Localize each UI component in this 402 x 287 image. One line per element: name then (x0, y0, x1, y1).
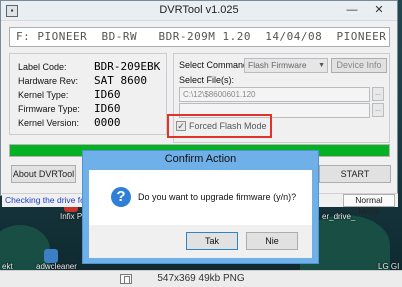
command-select[interactable]: Flash Firmware ▼ (244, 58, 328, 73)
dialog-message: Do you want to upgrade firmware (y/n)? (138, 192, 297, 202)
drive-details-panel: Label Code: BDR-209EBK Hardware Rev: SAT… (9, 53, 167, 135)
adwcleaner-app-icon[interactable] (44, 249, 58, 263)
firmware-type-label: Firmware Type: (18, 104, 80, 114)
dialog-title: Confirm Action (164, 153, 237, 165)
window-title: DVRTool v1.025 (159, 4, 239, 16)
start-button[interactable]: START (319, 165, 391, 183)
hardware-rev-value: SAT 8600 (94, 74, 147, 87)
info-row-firmware-type: Firmware Type: ID60 (18, 102, 168, 116)
dialog-body: ? Do you want to upgrade firmware (y/n)? (89, 170, 312, 225)
select-command-label: Select Command: (179, 60, 251, 70)
device-info-button[interactable]: Device Info (331, 58, 387, 73)
forced-flash-label[interactable]: Forced Flash Mode (189, 121, 267, 131)
file-path-input-1[interactable]: C:\12\$8600601.120 (179, 87, 370, 102)
minimize-button[interactable]: — (341, 3, 363, 18)
close-button[interactable]: ✕ (365, 3, 393, 18)
hardware-rev-label: Hardware Rev: (18, 76, 79, 86)
info-row-kernel-type: Kernel Type: ID60 (18, 88, 168, 102)
question-icon: ? (111, 187, 131, 207)
kernel-type-label: Kernel Type: (18, 90, 69, 100)
desktop-icon-label-driver[interactable]: er_drive_ (322, 212, 355, 221)
kernel-version-value: 0000 (94, 116, 121, 129)
forced-flash-checkbox[interactable]: ✓ (176, 121, 186, 131)
confirm-dialog: Confirm Action ? Do you want to upgrade … (82, 150, 319, 264)
screenshot-stage: Infix PDF E er_drive_ ekt adwcleaner LG … (0, 0, 402, 287)
browse-button-2[interactable]: ... (372, 103, 384, 117)
no-button[interactable]: Nie (246, 232, 298, 250)
status-mode: Normal Mode (343, 194, 395, 216)
chevron-down-icon: ▼ (318, 62, 325, 69)
label-code-value: BDR-209EBK (94, 60, 161, 73)
yes-button[interactable]: Tak (186, 232, 238, 250)
forced-flash-highlight: ✓ Forced Flash Mode (167, 114, 272, 138)
command-select-value: Flash Firmware (248, 60, 307, 70)
title-bar[interactable]: ▪ DVRTool v1.025 — ✕ (1, 1, 397, 21)
info-row-kernel-version: Kernel Version: 0000 (18, 116, 168, 130)
label-code-label: Label Code: (18, 62, 67, 72)
info-row-label-code: Label Code: BDR-209EBK (18, 60, 168, 74)
select-files-label: Select File(s): (179, 75, 235, 85)
image-caption-bar: 547x369 49kb PNG (0, 270, 402, 287)
dialog-footer: Tak Nie (89, 225, 312, 258)
info-row-hardware-rev: Hardware Rev: SAT 8600 (18, 74, 168, 88)
firmware-type-value: ID60 (94, 102, 121, 115)
kernel-version-label: Kernel Version: (18, 118, 80, 128)
about-button[interactable]: About DVRTool (11, 165, 76, 183)
image-caption: 547x369 49kb PNG (157, 273, 245, 284)
kernel-type-value: ID60 (94, 88, 121, 101)
drive-info-bar: F: PIONEER BD-RW BDR-209M 1.20 14/04/08 … (9, 27, 390, 47)
status-message: Checking the drive fo (5, 195, 85, 205)
browse-button-1[interactable]: ... (372, 87, 384, 101)
